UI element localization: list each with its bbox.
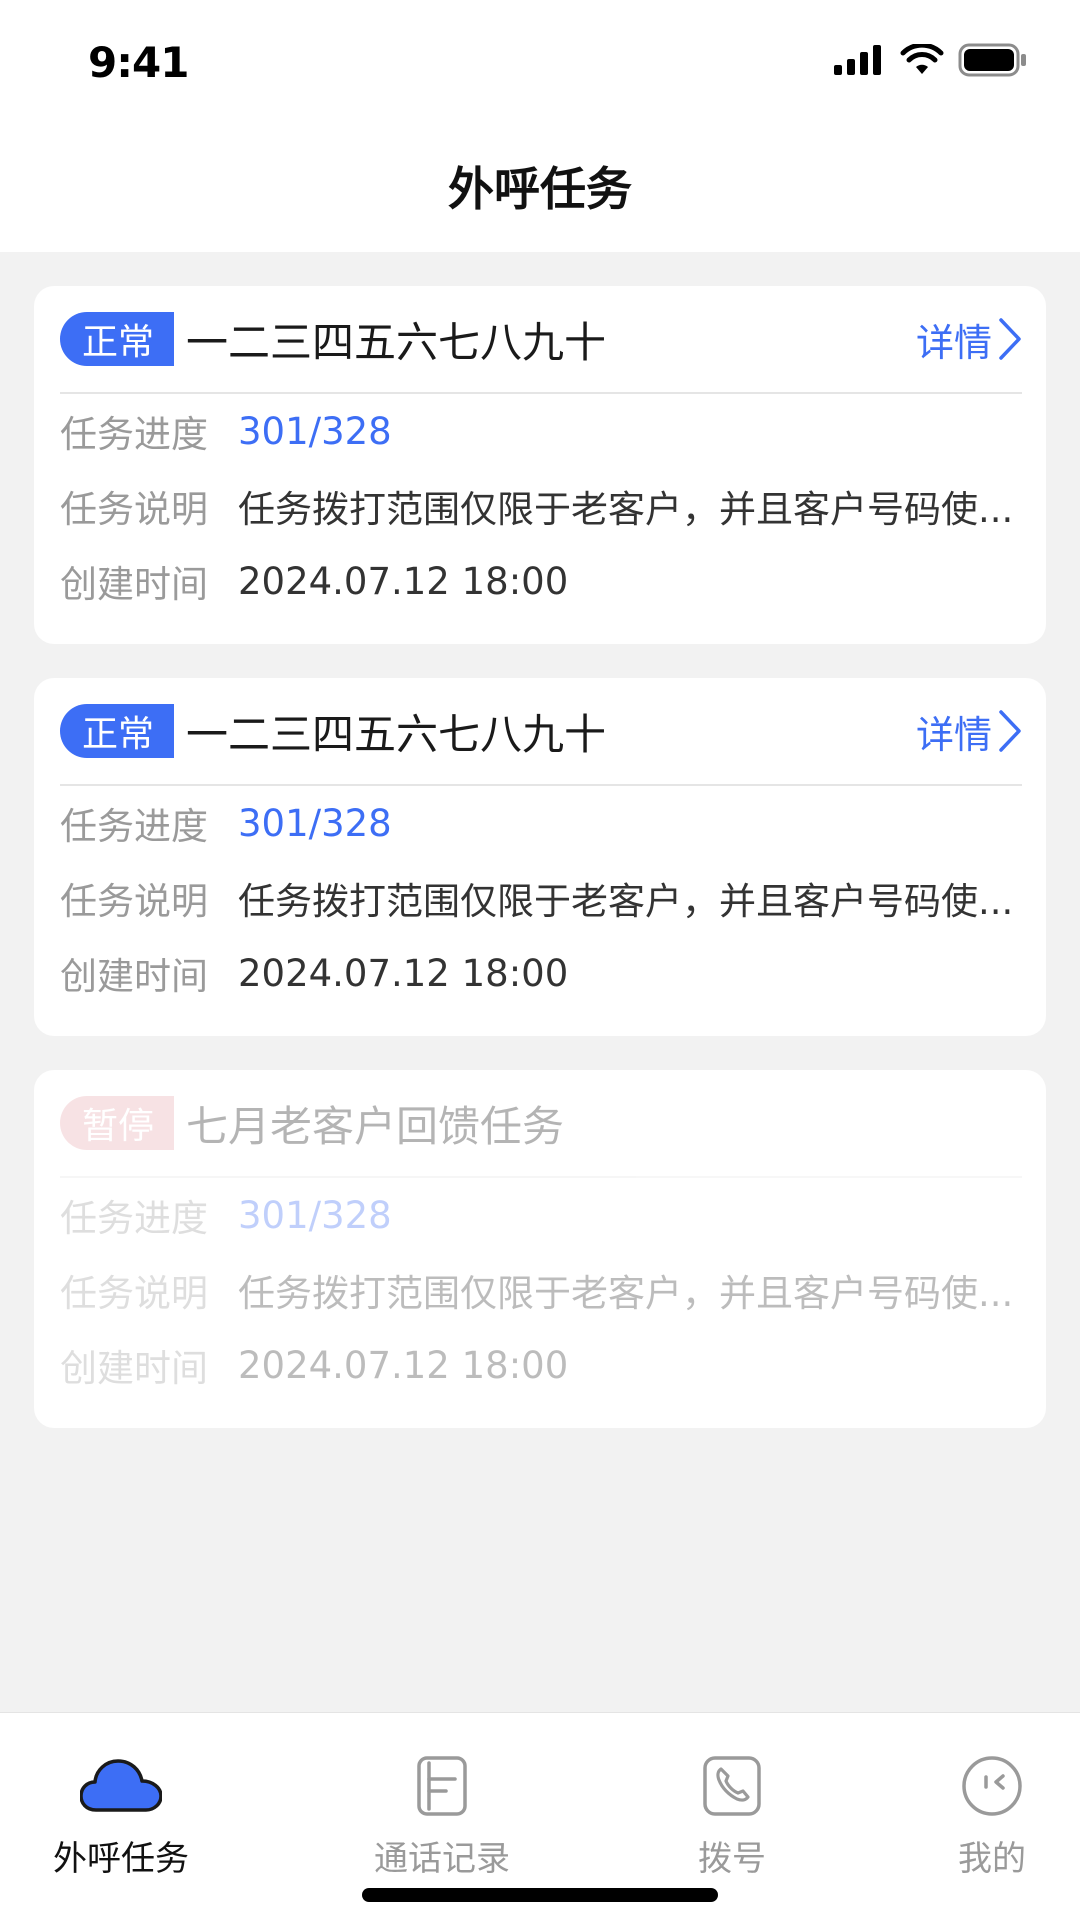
task-card-header: 正常 一二三四五六七八九十 详情 [60,678,1022,786]
task-title: 七月老客户回馈任务 [186,1101,565,1151]
created-label: 创建时间 [60,955,208,998]
task-card[interactable]: 正常 一二三四五六七八九十 详情 任务进度 301/328 任务说明 任务拨打范… [34,286,1046,644]
tab-label: 我的 [958,1839,1026,1879]
nav-header: 外呼任务 [0,120,1080,252]
description-value: 任务拨打范围仅限于老客户，并且客户号码使... [238,488,1014,531]
description-row: 任务说明 任务拨打范围仅限于老客户，并且客户号码使... [60,476,1016,536]
detail-link[interactable]: 详情 [916,312,1022,367]
created-value: 2024.07.12 18:00 [238,951,569,995]
created-row: 创建时间 2024.07.12 18:00 [60,943,1016,1003]
battery-icon [958,43,1028,81]
status-icons [834,42,1028,81]
status-time: 9:41 [88,38,189,87]
progress-row: 任务进度 301/328 [60,1185,1016,1245]
status-badge: 正常 [60,312,175,366]
detail-link[interactable]: 详情 [916,704,1022,759]
task-card-header: 正常 一二三四五六七八九十 详情 [60,286,1022,394]
phone-icon [702,1751,762,1821]
description-label: 任务说明 [60,488,208,531]
progress-label: 任务进度 [60,805,208,848]
progress-label: 任务进度 [60,413,208,456]
progress-value: 301/328 [238,1193,392,1237]
created-row: 创建时间 2024.07.12 18:00 [60,1335,1016,1395]
home-indicator[interactable] [362,1888,718,1902]
chevron-right-icon [998,709,1022,753]
status-bar: 9:41 [0,0,1080,120]
description-row: 任务说明 任务拨打范围仅限于老客户，并且客户号码使... [60,1260,1016,1320]
task-card[interactable]: 正常 一二三四五六七八九十 详情 任务进度 301/328 任务说明 任务拨打范… [34,678,1046,1036]
status-badge: 暂停 [60,1096,175,1150]
progress-value: 301/328 [238,801,392,845]
status-badge: 正常 [60,704,175,758]
tab-dial[interactable]: 拨号 [632,1713,832,1903]
created-value: 2024.07.12 18:00 [238,559,569,603]
description-value: 任务拨打范围仅限于老客户，并且客户号码使... [238,1272,1014,1315]
description-value: 任务拨打范围仅限于老客户，并且客户号码使... [238,880,1014,923]
task-title: 一二三四五六七八九十 [186,317,607,367]
detail-label: 详情 [915,712,992,757]
tab-outbound-tasks[interactable]: 外呼任务 [21,1713,221,1903]
task-title: 一二三四五六七八九十 [186,709,607,759]
wifi-icon [900,42,944,80]
description-row: 任务说明 任务拨打范围仅限于老客户，并且客户号码使... [60,868,1016,928]
progress-value: 301/328 [238,409,392,453]
description-label: 任务说明 [60,1272,208,1315]
description-label: 任务说明 [60,880,208,923]
chevron-right-icon [998,317,1022,361]
task-card-header: 暂停 七月老客户回馈任务 [60,1070,1022,1178]
tab-profile[interactable]: 我的 [892,1713,1080,1903]
cloud-icon [80,1751,162,1821]
progress-label: 任务进度 [60,1197,208,1240]
created-label: 创建时间 [60,1347,208,1390]
created-value: 2024.07.12 18:00 [238,1343,569,1387]
created-label: 创建时间 [60,563,208,606]
cellular-signal-icon [834,45,886,79]
created-row: 创建时间 2024.07.12 18:00 [60,551,1016,611]
tab-call-log[interactable]: 通话记录 [342,1713,542,1903]
tab-label: 拨号 [698,1839,766,1879]
progress-row: 任务进度 301/328 [60,793,1016,853]
tab-label: 通话记录 [374,1839,510,1879]
profile-face-icon [961,1751,1023,1821]
task-card-paused: 暂停 七月老客户回馈任务 任务进度 301/328 任务说明 任务拨打范围仅限于… [34,1070,1046,1428]
call-log-icon [416,1751,468,1821]
page-title: 外呼任务 [448,162,632,216]
tab-label: 外呼任务 [53,1839,189,1879]
progress-row: 任务进度 301/328 [60,401,1016,461]
detail-label: 详情 [915,320,992,365]
